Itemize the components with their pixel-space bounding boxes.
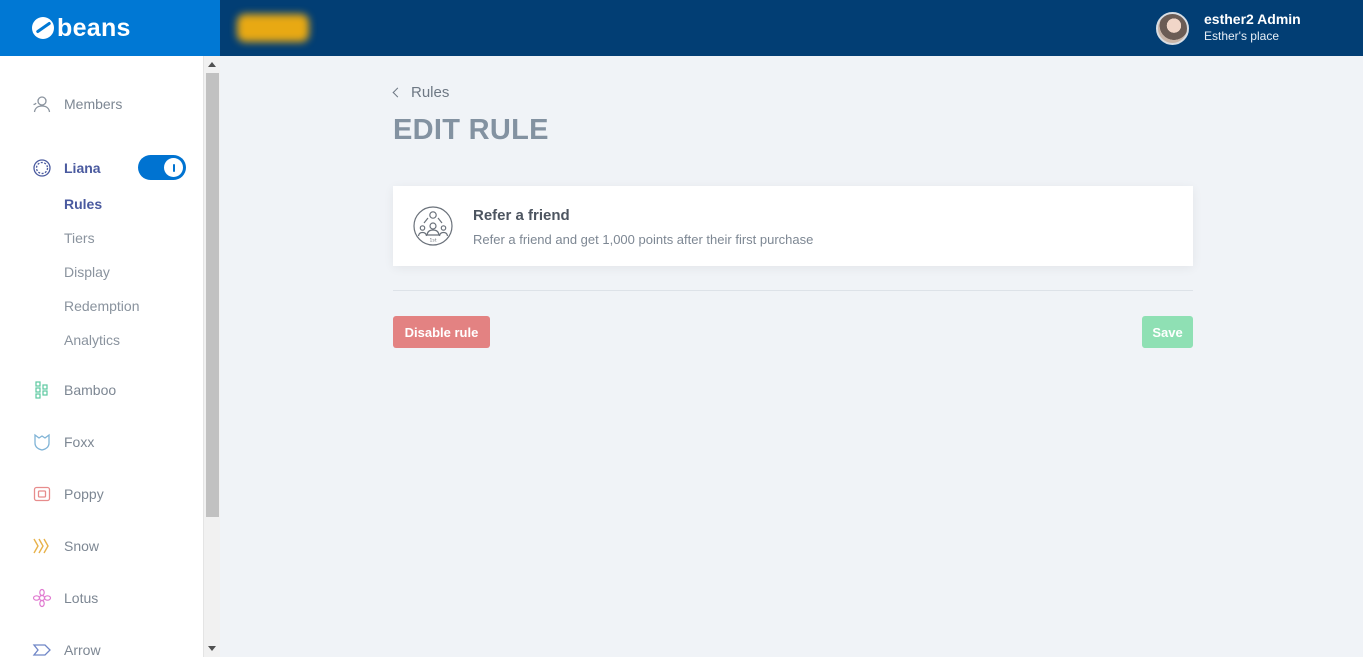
sidebar: Members Liana Rules Tiers Display Redemp… [0,56,203,657]
sidebar-scrollbar[interactable] [203,56,220,657]
lotus-icon [32,588,52,608]
snow-icon [32,536,52,556]
toggle-knob [164,158,183,177]
divider [393,290,1193,291]
brand-logo[interactable]: beans [0,0,220,56]
sidebar-subitem-rules[interactable]: Rules [64,196,102,212]
sidebar-item-lotus[interactable]: Lotus [32,588,98,608]
sidebar-item-label: Snow [64,538,100,554]
liana-enabled-toggle[interactable] [138,155,186,180]
scroll-thumb[interactable] [206,73,219,517]
beans-logo-icon [32,17,54,39]
sidebar-item-label: Liana [64,160,101,176]
members-icon [32,94,52,114]
sidebar-item-label: Members [64,96,123,112]
chevron-left-icon [392,87,403,98]
save-button[interactable]: Save [1142,316,1193,348]
breadcrumb[interactable]: Rules [392,84,449,101]
sidebar-item-members[interactable]: Members [32,94,122,114]
sidebar-item-liana[interactable]: Liana [32,158,101,178]
sidebar-item-poppy[interactable]: Poppy [32,484,104,504]
user-menu[interactable]: esther2 Admin Esther's place [1156,11,1301,45]
svg-text:1st: 1st [430,238,437,244]
rule-title: Refer a friend [473,207,570,224]
page-title: EDIT RULE [393,114,549,146]
brand-name: beans [57,13,131,42]
avatar [1156,11,1189,45]
arrow-icon [32,640,52,657]
sidebar-item-label: Lotus [64,590,99,606]
breadcrumb-label: Rules [411,84,450,101]
rule-description: Refer a friend and get 1,000 points afte… [473,232,814,247]
user-place: Esther's place [1204,29,1279,43]
user-name: esther2 Admin [1204,11,1301,27]
disable-rule-button[interactable]: Disable rule [393,316,490,348]
sidebar-item-foxx[interactable]: Foxx [32,432,94,452]
sidebar-subitem-display[interactable]: Display [64,264,110,280]
sidebar-item-label: Poppy [64,486,104,502]
bamboo-icon [32,380,52,400]
refer-friend-icon: 1st [413,206,453,246]
liana-icon [32,158,52,178]
sidebar-item-label: Bamboo [64,382,117,398]
foxx-icon [32,432,52,452]
rule-card: 1st Refer a friend Refer a friend and ge… [393,186,1193,266]
sidebar-item-label: Arrow [64,642,101,657]
sidebar-item-label: Foxx [64,434,95,450]
sidebar-item-arrow[interactable]: Arrow [32,640,101,657]
blurred-shop-pill [237,14,309,42]
sidebar-subitem-redemption[interactable]: Redemption [64,298,140,314]
poppy-icon [32,484,52,504]
scroll-down-arrow-icon[interactable] [208,646,216,651]
sidebar-item-snow[interactable]: Snow [32,536,99,556]
scroll-up-arrow-icon[interactable] [208,62,216,67]
sidebar-subitem-tiers[interactable]: Tiers [64,230,95,246]
sidebar-item-bamboo[interactable]: Bamboo [32,380,116,400]
sidebar-subitem-analytics[interactable]: Analytics [64,332,120,348]
top-bar: beans esther2 Admin Esther's place [0,0,1363,56]
